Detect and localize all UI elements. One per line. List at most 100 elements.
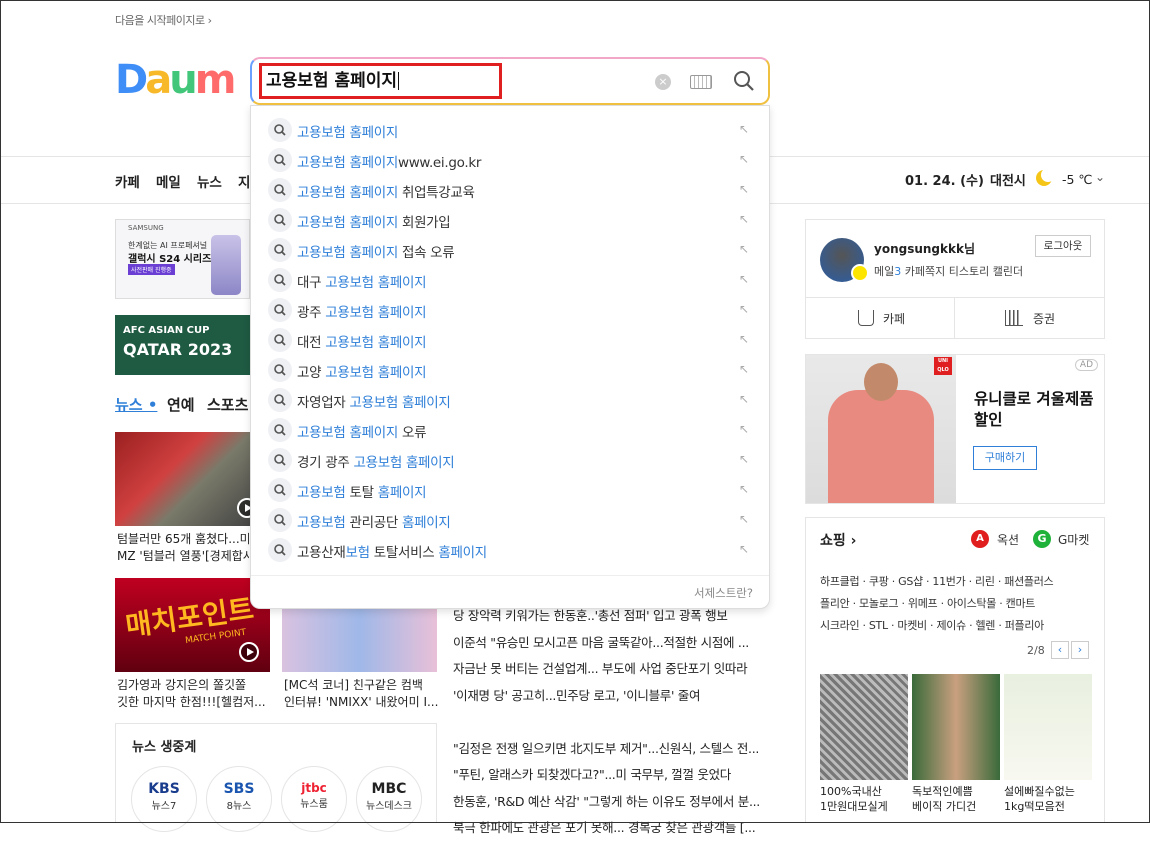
suggestion-item[interactable]: 고용보험 관리공단 홈페이지 ↖ <box>251 505 769 535</box>
fill-arrow-icon[interactable]: ↖ <box>739 302 749 316</box>
afc-banner[interactable]: AFC ASIAN CUP QATAR 2023 <box>115 315 250 375</box>
fill-arrow-icon[interactable]: ↖ <box>739 482 749 496</box>
news-thumbnail[interactable] <box>115 432 257 526</box>
news-caption[interactable]: 깃한 마지막 한점!!![헬컴저... <box>117 694 267 711</box>
fill-arrow-icon[interactable]: ↖ <box>739 272 749 286</box>
next-icon[interactable]: › <box>1071 641 1089 659</box>
headline[interactable]: "김정은 전쟁 일으키면 北지도부 제거"...신원식, 스텔스 전... <box>453 738 783 765</box>
fill-arrow-icon[interactable]: ↖ <box>739 152 749 166</box>
product-image <box>1004 674 1092 780</box>
fill-arrow-icon[interactable]: ↖ <box>739 422 749 436</box>
channel-show: 뉴스7 <box>151 801 177 812</box>
headline[interactable]: 북극 한파에도 관광은 포기 못해... 경복궁 찾은 관광객들 [... <box>453 817 783 844</box>
suggestion-item[interactable]: 고용보험 홈페이지 ↖ <box>251 115 769 145</box>
headline[interactable]: "푸틴, 알래스카 되찾겠다고?"...미 국무부, 껄껄 웃었다 <box>453 764 783 791</box>
news-caption[interactable]: 김가영과 강지은의 쫄깃쫄 <box>117 677 267 694</box>
mail-link[interactable]: 메일 <box>874 265 894 278</box>
daum-logo[interactable]: Daum <box>115 57 237 103</box>
suggestion-term: 접속 오류 <box>397 245 455 261</box>
tab-entertainment[interactable]: 연예 <box>167 394 195 415</box>
sports-thumbnail[interactable]: 매치포인트 MATCH POINT <box>115 578 270 672</box>
keyboard-icon[interactable] <box>690 75 712 89</box>
fill-arrow-icon[interactable]: ↖ <box>739 332 749 346</box>
what-is-suggest-link[interactable]: 서제스트란? <box>694 585 753 601</box>
suggestion-item[interactable]: 고용보험 토탈 홈페이지 ↖ <box>251 475 769 505</box>
headline[interactable]: 이준석 "유승민 모시고픈 마음 굴뚝같아...적절한 시점에 ... <box>453 632 783 659</box>
fill-arrow-icon[interactable]: ↖ <box>739 392 749 406</box>
mall-links[interactable]: 플리안 · 모놀로그 · 위메프 · 아이스탁몰 · 캔마트 <box>820 595 1100 611</box>
product-item[interactable]: 100%국내산 1만원대모실게 <box>820 674 908 813</box>
username[interactable]: yongsungkkk님 <box>874 240 975 257</box>
mail-count[interactable]: 3 <box>894 265 901 278</box>
nav-item-more[interactable]: 지 <box>238 171 250 191</box>
news-caption[interactable]: [MC석 코너] 친구같은 컴백 <box>284 677 439 694</box>
product-item[interactable]: 독보적인예쁨 베이직 가디건 <box>912 674 1000 813</box>
fill-arrow-icon[interactable]: ↖ <box>739 182 749 196</box>
nav-item-mail[interactable]: 메일 <box>156 171 181 191</box>
headline[interactable]: 한동훈, 'R&D 예산 삭감' "그렇게 하는 이유도 정부에서 분... <box>453 791 783 818</box>
profile-link-list[interactable]: 카페쪽지 티스토리 캘린더 <box>905 265 1023 278</box>
fill-arrow-icon[interactable]: ↖ <box>739 452 749 466</box>
fill-arrow-icon[interactable]: ↖ <box>739 122 749 136</box>
product-item[interactable]: 설에빠질수없는 1kg떡모음전 <box>1004 674 1092 813</box>
ad-tag: 사전판매 진행중 <box>128 264 175 275</box>
shopping-title[interactable]: 쇼핑 › <box>820 530 856 550</box>
channel-mbc[interactable]: MBC 뉴스데스크 <box>356 766 422 832</box>
suggestion-text: 자영업자 고용보험 홈페이지 <box>297 391 451 411</box>
fill-arrow-icon[interactable]: ↖ <box>739 242 749 256</box>
suggestion-item[interactable]: 경기 광주 고용보험 홈페이지 ↖ <box>251 445 769 475</box>
prev-icon[interactable]: ‹ <box>1051 641 1069 659</box>
mall-links[interactable]: 시크라인 · STL · 마켓비 · 제이슈 · 헬렌 · 퍼플리아 <box>820 617 1100 633</box>
channel-sbs[interactable]: SBS 8뉴스 <box>206 766 272 832</box>
uniqlo-ad[interactable]: UNI QLO AD 유니클로 겨울제품 할인 구매하기 <box>805 354 1105 504</box>
channel-show: 뉴스룸 <box>300 799 328 810</box>
live-news-panel: 뉴스 생중계 KBS 뉴스7 SBS 8뉴스 jtbc 뉴스룸 MBC 뉴스데스크 <box>115 723 437 832</box>
suggestion-item[interactable]: 고양 고용보험 홈페이지 ↖ <box>251 355 769 385</box>
channel-jtbc[interactable]: jtbc 뉴스룸 <box>281 766 347 832</box>
search-input[interactable]: 고용보험 홈페이지 <box>259 63 502 99</box>
nav-item-news[interactable]: 뉴스 <box>197 171 222 191</box>
tab-news[interactable]: 뉴스 • <box>115 394 157 415</box>
suggestion-match: 고용보험 홈페이지 <box>297 155 398 171</box>
stock-shortcut[interactable]: 증권 <box>955 298 1104 339</box>
suggestion-item[interactable]: 고용보험 홈페이지 취업특강교육 ↖ <box>251 175 769 205</box>
suggestion-item[interactable]: 자영업자 고용보험 홈페이지 ↖ <box>251 385 769 415</box>
mall-links[interactable]: 하프클럽 · 쿠팡 · GS샵 · 11번가 · 리린 · 패션플러스 <box>820 573 1100 589</box>
news-caption[interactable]: MZ '텀블러 열풍'[경제합시 <box>117 548 249 565</box>
suggestion-item[interactable]: 고용보험 홈페이지 회원가입 ↖ <box>251 205 769 235</box>
suggestion-item[interactable]: 고용보험 홈페이지 접속 오류 ↖ <box>251 235 769 265</box>
gmarket-link[interactable]: G마켓 <box>1058 531 1089 548</box>
headline[interactable]: 자금난 못 버티는 건설업계... 부도에 사업 중단포기 잇따라 <box>453 658 783 685</box>
channel-kbs[interactable]: KBS 뉴스7 <box>131 766 197 832</box>
suggestion-text: 고용보험 홈페이지www.ei.go.kr <box>297 151 481 171</box>
samsung-ad-banner[interactable]: SAMSUNG 한계없는 AI 프로페셔널 갤럭시 S24 시리즈 사전판매 진… <box>115 219 250 299</box>
cafe-shortcut[interactable]: 카페 <box>806 298 955 339</box>
suggestion-item[interactable]: 고용산재보험 토탈서비스 홈페이지 ↖ <box>251 535 769 565</box>
suggestion-item[interactable]: 고용보험 홈페이지www.ei.go.kr ↖ <box>251 145 769 175</box>
fill-arrow-icon[interactable]: ↖ <box>739 212 749 226</box>
cup-icon <box>858 310 874 326</box>
nav-item-cafe[interactable]: 카페 <box>115 171 140 191</box>
suggestion-item[interactable]: 대구 고용보험 홈페이지 ↖ <box>251 265 769 295</box>
ad-line2: 갤럭시 S24 시리즈 <box>128 254 212 265</box>
tab-sports[interactable]: 스포츠 <box>207 394 248 415</box>
fill-arrow-icon[interactable]: ↖ <box>739 512 749 526</box>
fill-arrow-icon[interactable]: ↖ <box>739 362 749 376</box>
weather-city[interactable]: 대전시 <box>990 170 1026 189</box>
news-caption[interactable]: 텀블러만 65개 훔쳤다...미 <box>117 531 249 548</box>
suggestion-item[interactable]: 광주 고용보험 홈페이지 ↖ <box>251 295 769 325</box>
set-start-page-link[interactable]: 다음을 시작페이지로 › <box>115 12 212 28</box>
fill-arrow-icon[interactable]: ↖ <box>739 542 749 556</box>
headline-spacer <box>453 711 783 738</box>
buy-button[interactable]: 구매하기 <box>973 446 1037 470</box>
clear-icon[interactable]: × <box>655 74 671 90</box>
auction-link[interactable]: 옥션 <box>997 531 1019 548</box>
news-caption[interactable]: 인터뷰! 'NMIXX' 내왔어미 I... <box>284 694 439 711</box>
search-icon[interactable] <box>733 70 755 92</box>
logout-button[interactable]: 로그아웃 <box>1035 235 1091 257</box>
suggestion-item[interactable]: 고용보험 홈페이지 오류 ↖ <box>251 415 769 445</box>
logo-letter-m: m <box>194 57 237 103</box>
headline[interactable]: '이재명 당' 공고히...민주당 로고, '이니블루' 줄여 <box>453 685 783 712</box>
chevron-down-icon[interactable]: ⌄ <box>1095 170 1105 184</box>
suggestion-item[interactable]: 대전 고용보험 홈페이지 ↖ <box>251 325 769 355</box>
